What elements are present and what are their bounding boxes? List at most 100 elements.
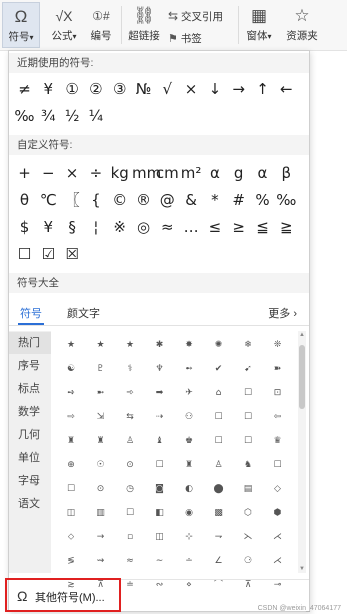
category-item[interactable]: 字母 [9,470,51,492]
symbol-cell[interactable]: ♆ [146,357,174,381]
symbol-cell[interactable]: ➻ [175,357,203,381]
symbol-cell[interactable]: ★ [57,333,85,357]
tab-kaomoji[interactable]: 颜文字 [67,305,100,321]
symbol-cell[interactable]: ★ [116,333,144,357]
symbol-cell[interactable]: ⚕ [116,357,144,381]
symbol-cell[interactable]: ➡ [146,381,174,405]
recent-symbol-cell[interactable]: ½ [61,104,84,128]
custom-symbol-cell[interactable]: − [37,161,60,185]
symbol-cell[interactable]: ☐ [234,381,262,405]
category-item[interactable]: 语文 [9,493,51,515]
category-item[interactable]: 单位 [9,447,51,469]
symbol-cell[interactable]: ♞ [234,453,262,477]
custom-symbol-cell[interactable]: § [61,215,84,239]
symbol-cell[interactable]: ◙ [146,477,174,501]
custom-symbol-cell[interactable]: ≤ [203,215,226,239]
custom-symbol-cell[interactable]: ≥ [227,215,250,239]
symbol-cell[interactable]: ☯ [57,357,85,381]
symbol-cell[interactable]: ⬢ [264,501,292,525]
symbol-cell[interactable]: ☐ [146,453,174,477]
symbol-cell[interactable]: ☐ [116,501,144,525]
custom-symbol-cell[interactable]: © [108,188,131,212]
symbol-cell[interactable]: ▩ [205,501,233,525]
symbol-cell[interactable]: ♇ [87,357,115,381]
symbol-cell[interactable]: ☐ [205,405,233,429]
bookmark-button[interactable]: ⚑ 书签 [168,31,202,46]
custom-symbol-cell[interactable]: $ [13,215,36,239]
custom-symbol-cell[interactable]: { [84,188,107,212]
symbol-cell[interactable]: ❄ [234,333,262,357]
symbol-cell[interactable]: ⇆ [116,405,144,429]
recent-symbol-cell[interactable]: ¼ [84,104,107,128]
symbol-button[interactable]: Ω 符号▾ [2,2,40,48]
symbol-cell[interactable]: ✸ [175,333,203,357]
custom-symbol-cell[interactable]: ≧ [275,215,298,239]
symbol-cell[interactable]: ≈ [116,549,144,573]
crossref-button[interactable]: ⇆ 交叉引用 [168,9,223,24]
symbol-cell[interactable]: ⇢ [146,405,174,429]
symbol-cell[interactable]: ⇦ [264,405,292,429]
category-item[interactable]: 序号 [9,355,51,377]
symbol-cell[interactable]: ⬦ [57,525,85,549]
symbol-cell[interactable]: ⊕ [57,453,85,477]
symbol-cell[interactable]: ▥ [87,501,115,525]
custom-symbol-cell[interactable]: α [251,161,274,185]
symbol-cell[interactable]: ⇝ [87,549,115,573]
symbol-cell[interactable]: ⇲ [87,405,115,429]
symbol-cell[interactable]: ➽ [264,357,292,381]
symbol-cell[interactable]: ▫ [116,525,144,549]
recent-symbol-cell[interactable]: ↑ [251,77,274,101]
symbol-cell[interactable]: ☐ [234,405,262,429]
symbol-cell[interactable]: ☉ [87,453,115,477]
custom-symbol-cell[interactable]: m² [180,161,203,185]
symbol-cell[interactable]: ⋋ [234,525,262,549]
symbol-cell[interactable]: ♚ [175,429,203,453]
symbol-cell[interactable]: ⋌ [264,525,292,549]
custom-symbol-cell[interactable]: … [180,215,203,239]
symbol-cell[interactable]: ≶ [57,549,85,573]
symbol-cell[interactable]: ✱ [146,333,174,357]
symbol-cell[interactable]: ✺ [205,333,233,357]
symbol-cell[interactable]: ♜ [57,429,85,453]
symbol-cell[interactable]: ⚆ [234,549,262,573]
symbol-cell[interactable]: ❊ [264,333,292,357]
symbol-cell[interactable]: ⊙ [116,453,144,477]
hyperlink-button[interactable]: ⛓ 超链接 [126,2,162,48]
symbol-cell[interactable]: ⚇ [175,405,203,429]
custom-symbol-cell[interactable]: ¥ [37,215,60,239]
symbol-cell[interactable]: ♛ [264,429,292,453]
symbol-scrollbar[interactable]: ▲ ▼ [298,331,306,573]
custom-symbol-cell[interactable]: ※ [108,215,131,239]
symbol-cell[interactable]: ◇ [264,477,292,501]
symbol-cell[interactable]: ⬤ [205,477,233,501]
symbol-cell[interactable]: → [87,525,115,549]
symbol-cell[interactable]: ◫ [146,525,174,549]
symbol-cell[interactable]: ◐ [175,477,203,501]
window-button[interactable]: ▦ 窗体▾ [242,2,276,48]
formula-button[interactable]: √X 公式▾ [46,2,82,48]
category-item[interactable]: 几何 [9,424,51,446]
custom-symbol-cell[interactable]: & [180,188,203,212]
recent-symbol-cell[interactable]: № [132,77,155,101]
symbol-cell[interactable]: ⌂ [205,381,233,405]
custom-symbol-cell[interactable]: ☑ [37,242,60,266]
recent-symbol-cell[interactable]: ↓ [203,77,226,101]
symbol-cell[interactable]: ◧ [146,501,174,525]
custom-symbol-cell[interactable]: ℃ [37,188,60,212]
symbol-cell[interactable]: ★ [87,333,115,357]
category-item[interactable]: 标点 [9,378,51,400]
custom-symbol-cell[interactable]: # [227,188,250,212]
custom-symbol-cell[interactable]: ® [132,188,155,212]
recent-symbol-cell[interactable]: × [180,77,203,101]
symbol-cell[interactable]: ☐ [205,429,233,453]
custom-symbol-cell[interactable]: % [251,188,274,212]
custom-symbol-cell[interactable]: ☐ [13,242,36,266]
custom-symbol-cell[interactable]: g [227,161,250,185]
recent-symbol-cell[interactable]: ← [275,77,298,101]
custom-symbol-cell[interactable]: ≈ [156,215,179,239]
symbol-cell[interactable]: ☐ [57,477,85,501]
recent-symbol-cell[interactable]: √ [156,77,179,101]
recent-symbol-cell[interactable]: ≠ [13,77,36,101]
symbol-cell[interactable]: ⊹ [175,525,203,549]
custom-symbol-cell[interactable]: cm [156,161,179,185]
